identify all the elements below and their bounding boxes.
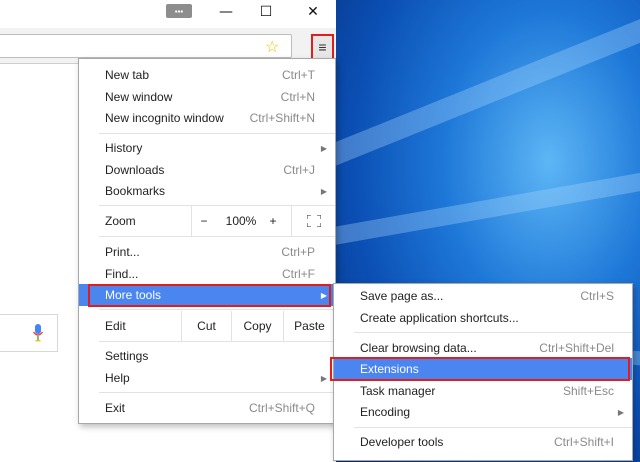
paste-button[interactable]: Paste: [283, 311, 335, 341]
chevron-right-icon: ▶: [320, 186, 327, 196]
menu-item-new-tab[interactable]: New tab Ctrl+T: [79, 64, 335, 86]
chevron-right-icon: ▶: [617, 407, 624, 417]
menu-item-find[interactable]: Find... Ctrl+F: [79, 263, 335, 285]
menu-item-downloads[interactable]: Downloads Ctrl+J: [79, 159, 335, 181]
menu-item-extensions[interactable]: Extensions: [334, 358, 632, 380]
minimize-icon[interactable]: —: [206, 0, 246, 24]
user-profile-chip[interactable]: ▪▪▪: [166, 4, 192, 18]
menu-item-clear-browsing-data[interactable]: Clear browsing data... Ctrl+Shift+Del: [334, 337, 632, 359]
microphone-icon[interactable]: [33, 324, 43, 342]
menu-item-settings[interactable]: Settings: [79, 345, 335, 367]
chrome-main-menu: New tab Ctrl+T New window Ctrl+N New inc…: [78, 58, 336, 424]
menu-separator: [354, 332, 632, 333]
hamburger-menu-icon[interactable]: ≡: [311, 34, 334, 60]
menu-item-developer-tools[interactable]: Developer tools Ctrl+Shift+I: [334, 431, 632, 453]
maximize-icon[interactable]: ☐: [246, 0, 286, 24]
menu-separator: [99, 392, 335, 393]
chevron-right-icon: ▶: [320, 143, 327, 153]
menu-item-history[interactable]: History ▶: [79, 137, 335, 159]
cut-button[interactable]: Cut: [181, 311, 231, 341]
menu-item-new-incognito-window[interactable]: New incognito window Ctrl+Shift+N: [79, 107, 335, 129]
close-icon[interactable]: ✕: [293, 0, 333, 24]
menu-item-help[interactable]: Help ▶: [79, 367, 335, 389]
menu-item-edit: Edit Cut Copy Paste: [79, 311, 335, 341]
chevron-right-icon: ▶: [320, 373, 327, 383]
menu-item-bookmarks[interactable]: Bookmarks ▶: [79, 180, 335, 202]
search-box[interactable]: [0, 314, 58, 352]
menu-item-new-window[interactable]: New window Ctrl+N: [79, 86, 335, 108]
menu-item-more-tools[interactable]: More tools ▶: [79, 284, 335, 306]
menu-separator: [354, 427, 632, 428]
menu-separator: [99, 133, 335, 134]
menu-item-exit[interactable]: Exit Ctrl+Shift+Q: [79, 397, 335, 419]
menu-item-create-application-shortcuts[interactable]: Create application shortcuts...: [334, 307, 632, 329]
menu-separator: [99, 309, 335, 310]
zoom-in-button[interactable]: +: [263, 206, 283, 236]
copy-button[interactable]: Copy: [231, 311, 283, 341]
fullscreen-corners-icon: [306, 215, 321, 227]
zoom-out-button[interactable]: −: [191, 206, 216, 236]
menu-separator: [99, 236, 335, 237]
menu-item-print[interactable]: Print... Ctrl+P: [79, 241, 335, 263]
more-tools-submenu: Save page as... Ctrl+S Create applicatio…: [330, 283, 633, 461]
menu-item-zoom: Zoom − 100% +: [79, 206, 335, 236]
menu-item-save-page[interactable]: Save page as... Ctrl+S: [334, 285, 632, 307]
address-bar[interactable]: ☆: [0, 34, 292, 58]
fullscreen-icon[interactable]: [291, 206, 335, 236]
star-icon[interactable]: ☆: [265, 37, 279, 57]
zoom-level: 100%: [225, 214, 257, 228]
menu-separator: [99, 341, 335, 342]
title-bar: ▪▪▪ — ☐ ✕: [0, 0, 336, 26]
menu-item-task-manager[interactable]: Task manager Shift+Esc: [334, 380, 632, 402]
chevron-right-icon: ▶: [320, 290, 327, 300]
menu-item-encoding[interactable]: Encoding ▶: [334, 401, 632, 423]
